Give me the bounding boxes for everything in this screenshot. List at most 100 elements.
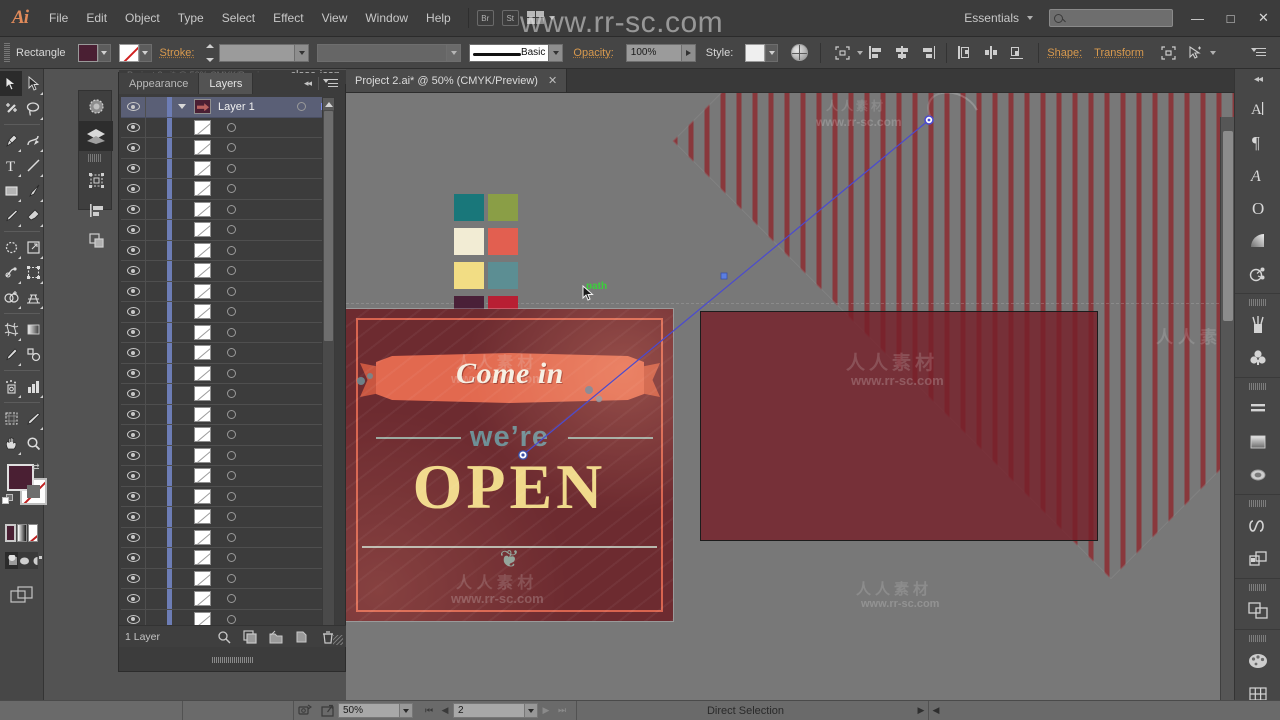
layer-lock-toggle[interactable] <box>145 261 167 281</box>
layer-lock-toggle[interactable] <box>145 179 167 199</box>
slice-tool[interactable] <box>22 406 44 431</box>
document-tab-close-icon[interactable]: ✕ <box>548 74 557 87</box>
artboard-tool[interactable] <box>0 406 22 431</box>
transform-label[interactable]: Transform <box>1094 47 1144 59</box>
right-dock-gripper-5[interactable] <box>1249 635 1266 642</box>
draw-inside-button[interactable] <box>31 552 44 569</box>
minimize-button[interactable]: — <box>1181 0 1214 37</box>
menu-help[interactable]: Help <box>417 0 460 37</box>
layer-lock-toggle[interactable] <box>145 138 167 158</box>
shape-builder-tool[interactable] <box>0 285 22 310</box>
scroll-up-icon[interactable] <box>323 98 334 110</box>
right-dock-gripper[interactable] <box>1249 299 1266 306</box>
status-menu-arrow[interactable]: ▶ <box>914 701 928 720</box>
canvas-vertical-scrollbar[interactable] <box>1220 117 1234 700</box>
tab-layers[interactable]: Layers <box>199 73 254 94</box>
appearance-panel-icon[interactable] <box>1235 425 1280 458</box>
sublayer-row[interactable] <box>121 322 334 343</box>
layer-visibility-icon[interactable] <box>121 102 145 112</box>
layer-lock-toggle[interactable] <box>145 589 167 609</box>
sublayer-row[interactable] <box>121 384 334 405</box>
prev-artboard-button[interactable]: ◀ <box>437 701 453 720</box>
layer-lock-toggle[interactable] <box>145 568 167 588</box>
transform-panel-icon[interactable] <box>79 165 113 195</box>
layer-target-icon[interactable] <box>218 327 244 337</box>
pathfinder-panel-icon[interactable] <box>79 225 113 255</box>
workspace-switcher[interactable]: Essentials <box>958 11 1039 25</box>
curvature-tool[interactable] <box>22 128 44 153</box>
brush-definition-field[interactable]: Basic <box>469 43 550 62</box>
document-tab[interactable]: Project 2.ai* @ 50% (CMYK/Preview) ✕ <box>346 69 568 92</box>
eraser-tool[interactable] <box>22 203 44 228</box>
isolate-mode-icon[interactable] <box>1159 43 1179 63</box>
layer-visibility-icon[interactable] <box>121 450 145 460</box>
layer-target-icon[interactable] <box>218 143 244 153</box>
layer-target-icon[interactable] <box>218 204 244 214</box>
layer-visibility-icon[interactable] <box>121 266 145 276</box>
none-mode-button[interactable] <box>28 524 39 542</box>
layer-lock-toggle[interactable] <box>145 384 167 404</box>
layer-name-label[interactable] <box>211 348 334 358</box>
sublayer-row[interactable] <box>121 589 334 610</box>
layer-visibility-icon[interactable] <box>121 307 145 317</box>
layer-name-label[interactable] <box>211 204 334 214</box>
layer-name-label[interactable] <box>211 184 334 194</box>
brushes-panel-icon[interactable] <box>1235 308 1280 341</box>
control-panel-menu-icon[interactable] <box>1250 43 1270 63</box>
layer-target-icon[interactable] <box>218 225 244 235</box>
sublayer-row[interactable] <box>121 445 334 466</box>
layer-target-icon[interactable] <box>218 573 244 583</box>
selection-tool[interactable] <box>0 71 22 96</box>
layer-name-label[interactable] <box>211 594 334 604</box>
layer-target-icon[interactable] <box>218 286 244 296</box>
layer-lock-toggle[interactable] <box>145 527 167 547</box>
layer-lock-toggle[interactable] <box>145 425 167 445</box>
layer-name-label[interactable] <box>211 143 334 153</box>
layer-target-icon[interactable] <box>218 409 244 419</box>
menu-select[interactable]: Select <box>213 0 264 37</box>
stroke-weight-field[interactable] <box>219 43 296 62</box>
sublayer-row[interactable] <box>121 117 334 138</box>
layer-name-label[interactable] <box>211 471 334 481</box>
gradient-mode-button[interactable] <box>17 524 28 542</box>
artboard-canvas[interactable]: Come in we’re OPEN ❦ 人 人 素 材 www.rr-sc.c… <box>346 93 1234 700</box>
tab-appearance[interactable]: Appearance <box>119 73 200 94</box>
layer-name-label[interactable] <box>211 163 334 173</box>
layer-name-label[interactable] <box>211 286 334 296</box>
layer-visibility-icon[interactable] <box>121 491 145 501</box>
sublayer-row[interactable] <box>121 302 334 323</box>
color-panel-icon[interactable] <box>79 91 113 121</box>
layer-visibility-icon[interactable] <box>121 553 145 563</box>
layer-name-label[interactable] <box>211 368 334 378</box>
layer-target-icon[interactable] <box>218 491 244 501</box>
graphic-style-swatch[interactable] <box>745 43 766 62</box>
rectangle-tool[interactable] <box>0 178 22 203</box>
maximize-button[interactable]: □ <box>1214 0 1247 37</box>
layer-target-icon[interactable] <box>218 266 244 276</box>
glyphs-panel-icon[interactable]: A <box>1235 158 1280 191</box>
lasso-tool[interactable] <box>22 96 44 121</box>
symbol-sprayer-tool[interactable] <box>0 374 22 399</box>
sublayer-row[interactable] <box>121 261 334 282</box>
layer-visibility-icon[interactable] <box>121 409 145 419</box>
layer-target-icon[interactable] <box>218 368 244 378</box>
layer-lock-toggle[interactable] <box>145 199 167 219</box>
next-artboard-button[interactable]: ▶ <box>538 701 554 720</box>
align-panel-icon[interactable] <box>1235 392 1280 425</box>
sublayer-row[interactable] <box>121 138 334 159</box>
preflight-icon[interactable] <box>294 701 316 720</box>
layer-visibility-icon[interactable] <box>121 614 145 624</box>
scale-tool[interactable] <box>22 235 44 260</box>
width-tool[interactable] <box>0 260 22 285</box>
rotate-tool[interactable] <box>0 235 22 260</box>
layer-name-label[interactable] <box>211 266 334 276</box>
close-button[interactable]: ✕ <box>1247 0 1280 37</box>
sublayer-row[interactable] <box>121 507 334 528</box>
layer-visibility-icon[interactable] <box>121 512 145 522</box>
layer-visibility-icon[interactable] <box>121 348 145 358</box>
right-dock-gripper-3[interactable] <box>1249 500 1266 507</box>
layer-lock-toggle[interactable] <box>145 507 167 527</box>
layer-visibility-icon[interactable] <box>121 184 145 194</box>
layer-visibility-icon[interactable] <box>121 430 145 440</box>
sublayer-row[interactable] <box>121 179 334 200</box>
